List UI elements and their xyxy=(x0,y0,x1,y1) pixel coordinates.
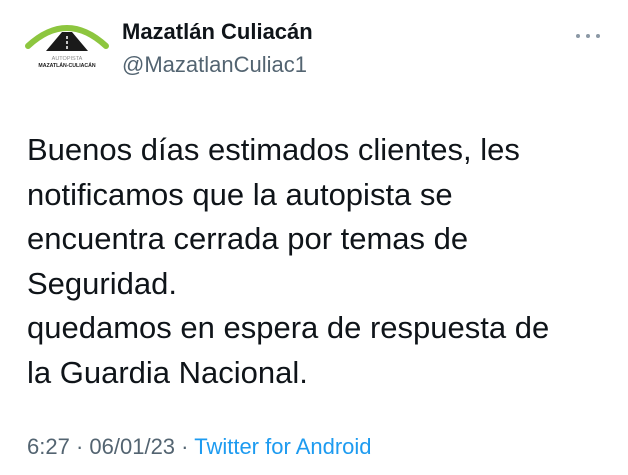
tweet-text-line: quedamos en espera de respuesta de xyxy=(27,310,550,345)
tweet-text-line: Seguridad. xyxy=(27,265,177,301)
meta-separator: · xyxy=(181,434,189,459)
tweet-text-line: notificamos que la autopista se xyxy=(27,176,453,212)
tweet-text-line: encuentra cerrada por temas de xyxy=(27,221,469,256)
tweet-text: Buenos días estimados clientes, les noti… xyxy=(27,128,607,395)
more-button[interactable] xyxy=(574,26,602,46)
avatar-caption-top: AUTOPISTA xyxy=(52,56,83,62)
author-handle[interactable]: @MazatlanCuliac1 xyxy=(122,52,307,78)
tweet-card: AUTOPISTA MAZATLÁN-CULIACÁN Mazatlán Cul… xyxy=(0,0,628,475)
tweet-text-line: Buenos días estimados clientes, les xyxy=(27,132,520,167)
tweet-time[interactable]: 6:27 xyxy=(27,434,70,459)
avatar-caption-bottom: MAZATLÁN-CULIACÁN xyxy=(38,62,95,69)
avatar[interactable]: AUTOPISTA MAZATLÁN-CULIACÁN xyxy=(24,8,110,94)
tweet-source-link[interactable]: Twitter for Android xyxy=(194,434,371,459)
meta-separator: · xyxy=(75,434,84,459)
more-horizontal-icon xyxy=(576,34,600,38)
tweet-meta: 6:27 · 06/01/23 · Twitter for Android xyxy=(27,434,372,460)
tweet-date[interactable]: 06/01/23 xyxy=(89,434,175,459)
tweet-text-line: la Guardia Nacional. xyxy=(27,354,308,390)
autopista-logo-icon: AUTOPISTA MAZATLÁN-CULIACÁN xyxy=(24,8,110,94)
author-display-name[interactable]: Mazatlán Culiacán xyxy=(122,19,313,45)
